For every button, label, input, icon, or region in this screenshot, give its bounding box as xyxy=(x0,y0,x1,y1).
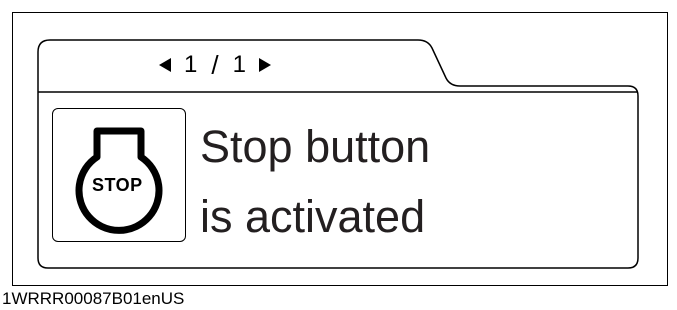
stop-label-wrap: STOP xyxy=(53,109,185,241)
message-line-1: Stop button xyxy=(200,121,431,172)
triangle-right-icon[interactable] xyxy=(252,50,278,80)
status-message: Stop button is activated xyxy=(200,112,430,252)
triangle-left-icon[interactable] xyxy=(152,50,178,80)
pager-current: 1 xyxy=(184,51,198,78)
document-code: 1WRRR00087B01enUS xyxy=(2,289,185,308)
stop-label: STOP xyxy=(92,175,143,195)
pager-total: 1 xyxy=(232,51,246,78)
pager: 1 / 1 xyxy=(152,50,278,80)
pager-separator: / xyxy=(211,49,219,80)
message-line-2: is activated xyxy=(200,191,426,242)
stop-button-icon-box: STOP xyxy=(52,108,186,242)
